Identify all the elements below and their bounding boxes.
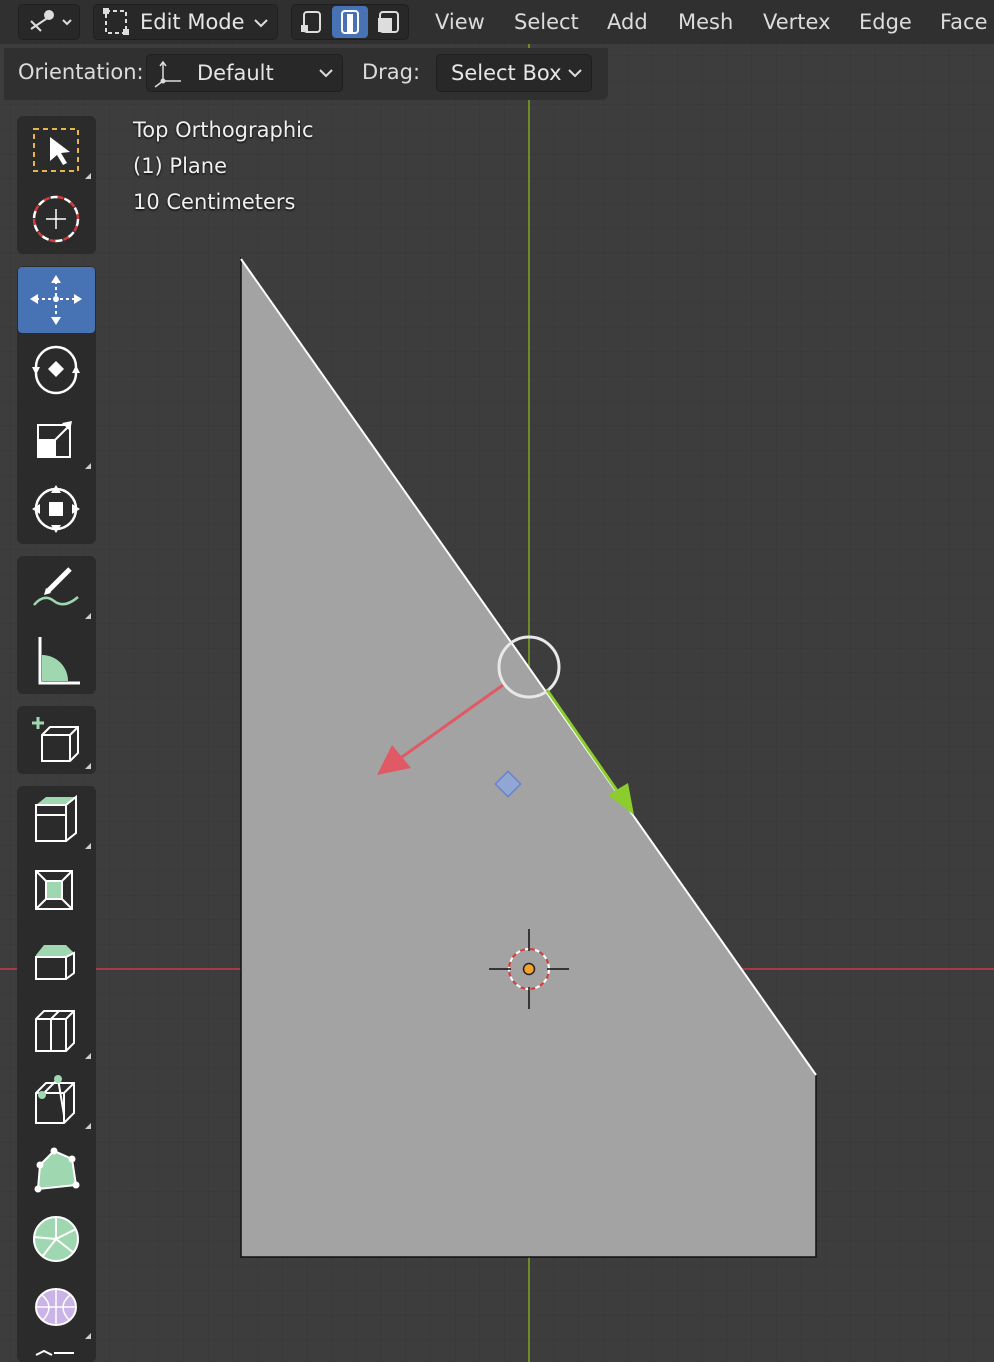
spin-icon	[33, 1216, 79, 1262]
tool-scale[interactable]	[18, 407, 95, 473]
edge-select-icon	[341, 10, 359, 34]
select-box-icon	[33, 128, 79, 172]
mode-dropdown[interactable]: Edit Mode	[93, 4, 278, 40]
transform-icon	[32, 485, 80, 533]
add-cube-icon	[32, 717, 79, 762]
editor-type-dropdown[interactable]	[18, 4, 80, 40]
tool-select-box[interactable]	[18, 117, 95, 183]
tool-knife[interactable]	[18, 1067, 95, 1133]
viewport-header: Edit Mode View Select Add Mesh Vertex Ed…	[0, 0, 994, 44]
tool-measure[interactable]	[18, 627, 95, 693]
tool-add-cube[interactable]	[18, 707, 95, 773]
grid-scale-text: 10 Centimeters	[133, 190, 296, 214]
edit-mode-icon	[103, 8, 129, 35]
orientation-value: Default	[197, 61, 274, 85]
menu-vertex[interactable]: Vertex	[763, 8, 831, 36]
menu-face[interactable]: Face	[940, 8, 988, 36]
menu-view[interactable]: View	[435, 8, 485, 36]
tool-settings-bar: Orientation: Default Drag: Select Box	[4, 48, 608, 100]
menu-edge[interactable]: Edge	[859, 8, 912, 36]
orientation-label: Orientation:	[18, 60, 144, 84]
orientation-dropdown[interactable]: Default	[146, 54, 343, 92]
tool-extrude[interactable]	[18, 787, 95, 853]
origin-point	[522, 962, 536, 976]
tool-smooth[interactable]	[18, 1277, 95, 1343]
shrink-fatten-icon	[35, 1349, 74, 1356]
view-name-text: Top Orthographic	[133, 118, 314, 142]
tool-move[interactable]	[18, 267, 95, 333]
tool-spin[interactable]	[18, 1207, 95, 1273]
knife-icon	[35, 1075, 75, 1124]
rotate-icon	[32, 345, 80, 395]
tool-next-partial[interactable]	[18, 1347, 95, 1362]
measure-icon	[38, 637, 80, 685]
loop-cut-icon	[35, 1010, 75, 1052]
extrude-icon	[35, 794, 77, 842]
chevron-down-icon	[254, 19, 268, 28]
menu-mesh[interactable]: Mesh	[678, 8, 733, 36]
viewport-editor-icon	[30, 10, 72, 32]
scale-icon	[37, 421, 72, 458]
menu-add[interactable]: Add	[607, 8, 648, 36]
chevron-down-icon	[319, 69, 333, 78]
tool-poly-build[interactable]	[18, 1137, 95, 1203]
face-select-button[interactable]	[370, 7, 406, 37]
vertex-select-icon	[301, 11, 321, 33]
tool-cursor[interactable]	[18, 187, 95, 253]
chevron-down-icon	[568, 69, 582, 78]
vertex-select-button[interactable]	[294, 7, 330, 37]
poly-build-icon	[34, 1147, 80, 1193]
select-mode-group	[291, 4, 409, 40]
tool-transform[interactable]	[18, 477, 95, 543]
face-select-icon	[378, 11, 399, 33]
tool-annotate[interactable]	[18, 557, 95, 623]
object-name-text: (1) Plane	[133, 154, 228, 178]
inset-icon	[35, 870, 73, 910]
drag-dropdown[interactable]: Select Box	[436, 54, 592, 92]
menu-select[interactable]: Select	[514, 8, 579, 36]
tool-rotate[interactable]	[18, 337, 95, 403]
drag-value: Select Box	[451, 61, 562, 85]
tool-bevel[interactable]	[18, 927, 95, 993]
annotate-icon	[33, 567, 79, 606]
cursor-icon	[32, 195, 80, 243]
tool-loop-cut[interactable]	[18, 997, 95, 1063]
smooth-icon	[35, 1288, 77, 1326]
bevel-icon	[35, 945, 75, 980]
drag-label: Drag:	[362, 60, 421, 84]
mode-label: Edit Mode	[140, 10, 245, 34]
edge-select-button[interactable]	[332, 6, 368, 38]
tool-inset[interactable]	[18, 857, 95, 923]
orientation-icon	[154, 60, 181, 88]
move-icon	[30, 275, 82, 325]
